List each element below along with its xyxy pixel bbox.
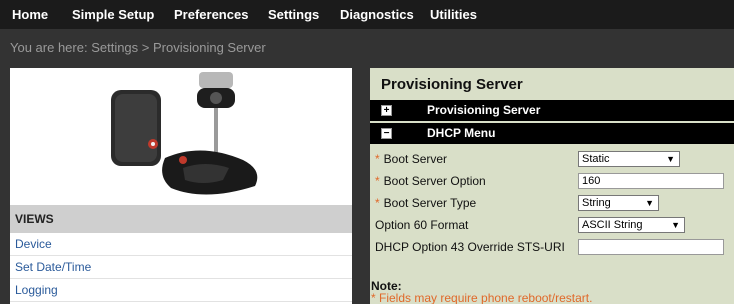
views-item-set-date-time[interactable]: Set Date/Time <box>10 256 352 279</box>
right-panel: Provisioning Server + Provisioning Serve… <box>370 68 734 304</box>
boot-server-label: * Boot Server <box>375 152 448 166</box>
required-marker: * <box>375 196 380 210</box>
device-image <box>111 72 258 195</box>
dhcp-option43-input[interactable] <box>578 239 724 255</box>
dropdown-arrow-icon: ▼ <box>671 220 680 230</box>
breadcrumb: You are here: Settings > Provisioning Se… <box>10 40 266 55</box>
dropdown-arrow-icon: ▼ <box>666 154 675 164</box>
nav-home[interactable]: Home <box>12 0 48 29</box>
views-item-logging[interactable]: Logging <box>10 279 352 302</box>
nav-preferences[interactable]: Preferences <box>174 0 248 29</box>
required-marker: * <box>375 152 380 166</box>
top-nav: Home Simple Setup Preferences Settings D… <box>0 0 734 29</box>
required-marker: * <box>375 174 380 188</box>
boot-server-type-label: * Boot Server Type <box>375 196 477 210</box>
nav-diagnostics[interactable]: Diagnostics <box>340 0 414 29</box>
nav-settings[interactable]: Settings <box>268 0 319 29</box>
option60-format-label: Option 60 Format <box>375 218 469 232</box>
expand-icon[interactable]: + <box>381 105 392 116</box>
dhcp-option43-label: DHCP Option 43 Override STS-URI <box>375 240 565 254</box>
panel-title: Provisioning Server <box>381 76 523 93</box>
nav-simple-setup[interactable]: Simple Setup <box>72 0 154 29</box>
boot-server-select[interactable]: Static ▼ <box>578 151 680 167</box>
dropdown-arrow-icon: ▼ <box>645 198 654 208</box>
section-label: Provisioning Server <box>427 103 541 117</box>
views-item-device[interactable]: Device <box>10 233 352 256</box>
section-provisioning-server[interactable]: + Provisioning Server <box>370 100 734 121</box>
section-dhcp-menu[interactable]: − DHCP Menu <box>370 123 734 144</box>
option60-format-select[interactable]: ASCII String ▼ <box>578 217 685 233</box>
left-panel: VIEWS Device Set Date/Time Logging <box>10 68 352 304</box>
nav-utilities[interactable]: Utilities <box>430 0 477 29</box>
collapse-icon[interactable]: − <box>381 128 392 139</box>
note-text: * Fields may require phone reboot/restar… <box>371 291 593 304</box>
boot-server-option-input[interactable]: 160 <box>578 173 724 189</box>
boot-server-option-label: * Boot Server Option <box>375 174 486 188</box>
section-label: DHCP Menu <box>427 126 496 140</box>
boot-server-type-select[interactable]: String ▼ <box>578 195 659 211</box>
views-header: VIEWS <box>10 205 352 233</box>
